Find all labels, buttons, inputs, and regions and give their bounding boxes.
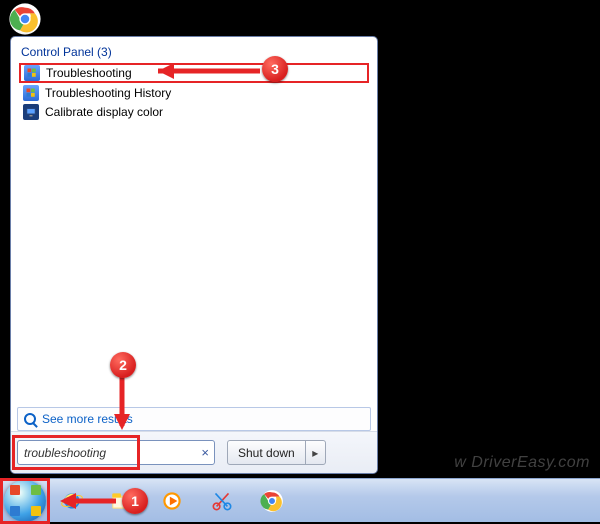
search-input[interactable] (17, 440, 215, 465)
result-troubleshooting[interactable]: Troubleshooting (19, 63, 369, 83)
chrome-icon (8, 2, 42, 36)
flag-icon (24, 65, 40, 81)
taskbar (0, 478, 600, 522)
shutdown-button[interactable]: Shut down (228, 446, 305, 460)
shutdown-button-group: Shut down ▸ (227, 440, 326, 465)
search-results: Troubleshooting Troubleshooting History … (11, 63, 377, 122)
black-background (380, 0, 600, 478)
flag-icon (23, 85, 39, 101)
category-header: Control Panel (3) (21, 45, 377, 59)
result-troubleshooting-history[interactable]: Troubleshooting History (19, 84, 369, 102)
result-label: Troubleshooting (46, 66, 132, 80)
shutdown-options-arrow[interactable]: ▸ (305, 441, 325, 464)
monitor-icon (23, 104, 39, 120)
result-calibrate-display-color[interactable]: Calibrate display color (19, 103, 369, 121)
windows-media-player-icon[interactable] (148, 483, 196, 519)
watermark: w DriverEasy.com (454, 454, 590, 472)
start-menu-spacer (11, 122, 377, 407)
start-menu-bottom-row: × Shut down ▸ (11, 431, 377, 473)
result-label: Troubleshooting History (45, 86, 171, 100)
start-menu: Control Panel (3) Troubleshooting Troubl… (10, 36, 378, 474)
search-icon (24, 413, 36, 425)
chrome-icon[interactable] (248, 483, 296, 519)
start-button-wrap (4, 480, 46, 522)
internet-explorer-icon[interactable] (48, 483, 96, 519)
start-button[interactable] (4, 480, 46, 522)
clear-search-icon[interactable]: × (201, 445, 209, 460)
file-explorer-icon[interactable] (98, 483, 146, 519)
see-more-results[interactable]: See more results (17, 407, 371, 431)
see-more-label: See more results (42, 412, 133, 426)
result-label: Calibrate display color (45, 105, 163, 119)
snipping-tool-icon[interactable] (198, 483, 246, 519)
search-wrap: × (17, 440, 215, 465)
chrome-desktop-shortcut[interactable] (8, 2, 42, 36)
